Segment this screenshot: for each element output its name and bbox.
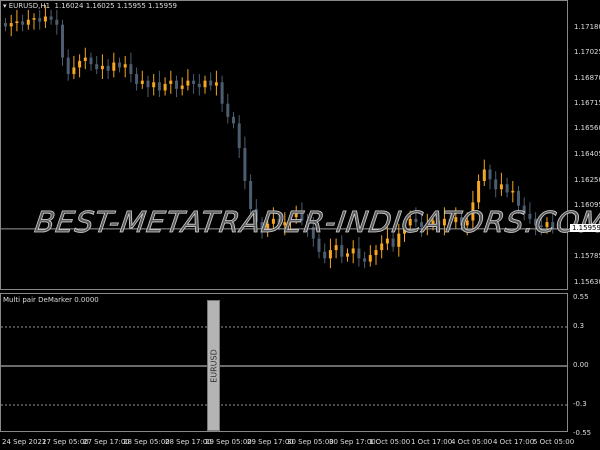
- time-tick: 1 Oct 05:00: [369, 438, 411, 446]
- candle: [169, 70, 173, 94]
- chart-header: ▾ EURUSD,H1 1.16024 1.16025 1.15955 1.15…: [3, 2, 177, 10]
- candle: [55, 9, 59, 35]
- candle: [140, 70, 144, 89]
- candle: [9, 14, 13, 37]
- candle: [4, 18, 7, 32]
- candle: [226, 93, 230, 124]
- candle: [32, 13, 36, 30]
- pair-button-eurusd[interactable]: EURUSD: [207, 300, 220, 431]
- price-tick: 1.15630: [574, 278, 600, 286]
- candle: [237, 115, 241, 158]
- candle: [38, 9, 42, 30]
- candle: [482, 159, 486, 186]
- candle: [78, 54, 82, 78]
- candle: [26, 9, 30, 30]
- candle: [83, 47, 87, 70]
- candle: [494, 171, 498, 198]
- candle: [72, 55, 76, 79]
- indicator-title: Multi pair DeMarker 0.0000: [3, 296, 99, 304]
- current-price-label: 1.15959: [570, 224, 600, 232]
- time-tick: 5 Oct 05:00: [533, 438, 575, 446]
- candle: [49, 9, 53, 25]
- level-label: -0.3: [573, 400, 587, 408]
- candle: [163, 77, 167, 96]
- time-tick: 4 Oct 05:00: [451, 438, 493, 446]
- candle: [146, 75, 150, 98]
- time-tick: 28 Sep 05:00: [123, 438, 170, 446]
- level-label: 0.00: [573, 361, 589, 369]
- candle: [368, 245, 372, 267]
- candle: [209, 72, 213, 91]
- menu-arrow-icon[interactable]: ▾: [3, 2, 7, 10]
- price-tick: 1.17025: [574, 48, 600, 56]
- time-tick: 4 Oct 17:00: [493, 438, 535, 446]
- time-tick: 29 Sep 05:00: [205, 438, 252, 446]
- candle: [505, 177, 509, 198]
- candle: [499, 172, 503, 196]
- candle: [100, 54, 104, 79]
- candle: [112, 52, 116, 78]
- time-tick: 1 Oct 17:00: [411, 438, 453, 446]
- pair-label: EURUSD: [209, 348, 218, 383]
- indicator-levels: [1, 326, 567, 406]
- candle: [232, 111, 235, 129]
- candle: [129, 52, 133, 83]
- candle: [334, 238, 338, 259]
- candle: [323, 243, 327, 264]
- price-tick: 1.16870: [574, 74, 600, 82]
- candle: [214, 70, 218, 96]
- price-tick: 1.16250: [574, 176, 600, 184]
- price-chart[interactable]: [0, 0, 568, 290]
- candle: [328, 238, 332, 269]
- price-tick: 1.16715: [574, 99, 600, 107]
- candle: [66, 49, 70, 81]
- time-tick: 24 Sep 2021: [2, 438, 47, 446]
- watermark: BEST-METATRADER-INDICATORS.COM: [32, 205, 600, 240]
- candle: [95, 55, 99, 75]
- candle: [118, 57, 121, 73]
- candle: [511, 181, 515, 203]
- candle: [192, 74, 196, 94]
- price-tick: 1.16405: [574, 150, 600, 158]
- candle: [346, 248, 349, 262]
- symbol-label: EURUSD,H1: [8, 2, 51, 10]
- candles: [1, 4, 567, 269]
- candle: [180, 77, 184, 96]
- candle: [135, 67, 139, 91]
- candle: [203, 75, 207, 94]
- candle: [152, 74, 156, 96]
- ohlc-label: 1.16024 1.16025 1.15955 1.15959: [54, 2, 177, 10]
- level-label: 0.55: [573, 293, 589, 301]
- candle: [186, 69, 190, 91]
- candle: [175, 75, 178, 98]
- indicator-window[interactable]: [0, 293, 568, 432]
- candle: [15, 9, 19, 32]
- candle: [243, 136, 247, 190]
- candle: [374, 245, 378, 265]
- candle: [123, 55, 127, 78]
- candle: [357, 236, 361, 267]
- candle: [351, 240, 355, 264]
- time-tick: 27 Sep 05:00: [42, 438, 89, 446]
- time-tick: 30 Sep 05:00: [287, 438, 334, 446]
- candle: [363, 251, 367, 269]
- candle: [477, 174, 481, 209]
- price-tick: 1.16560: [574, 124, 600, 132]
- candle: [106, 59, 110, 79]
- candle: [21, 14, 25, 32]
- price-tick: 1.17180: [574, 23, 600, 31]
- candle: [488, 164, 492, 190]
- candle: [220, 75, 224, 112]
- level-label: -0.55: [573, 429, 592, 437]
- level-label: 0.3: [573, 322, 585, 330]
- candle: [157, 70, 161, 98]
- candle: [61, 19, 64, 66]
- candle: [340, 235, 344, 264]
- price-tick: 1.15785: [574, 252, 600, 260]
- candle: [89, 52, 93, 71]
- price-tick: 1.16095: [574, 201, 600, 209]
- candle: [197, 74, 201, 96]
